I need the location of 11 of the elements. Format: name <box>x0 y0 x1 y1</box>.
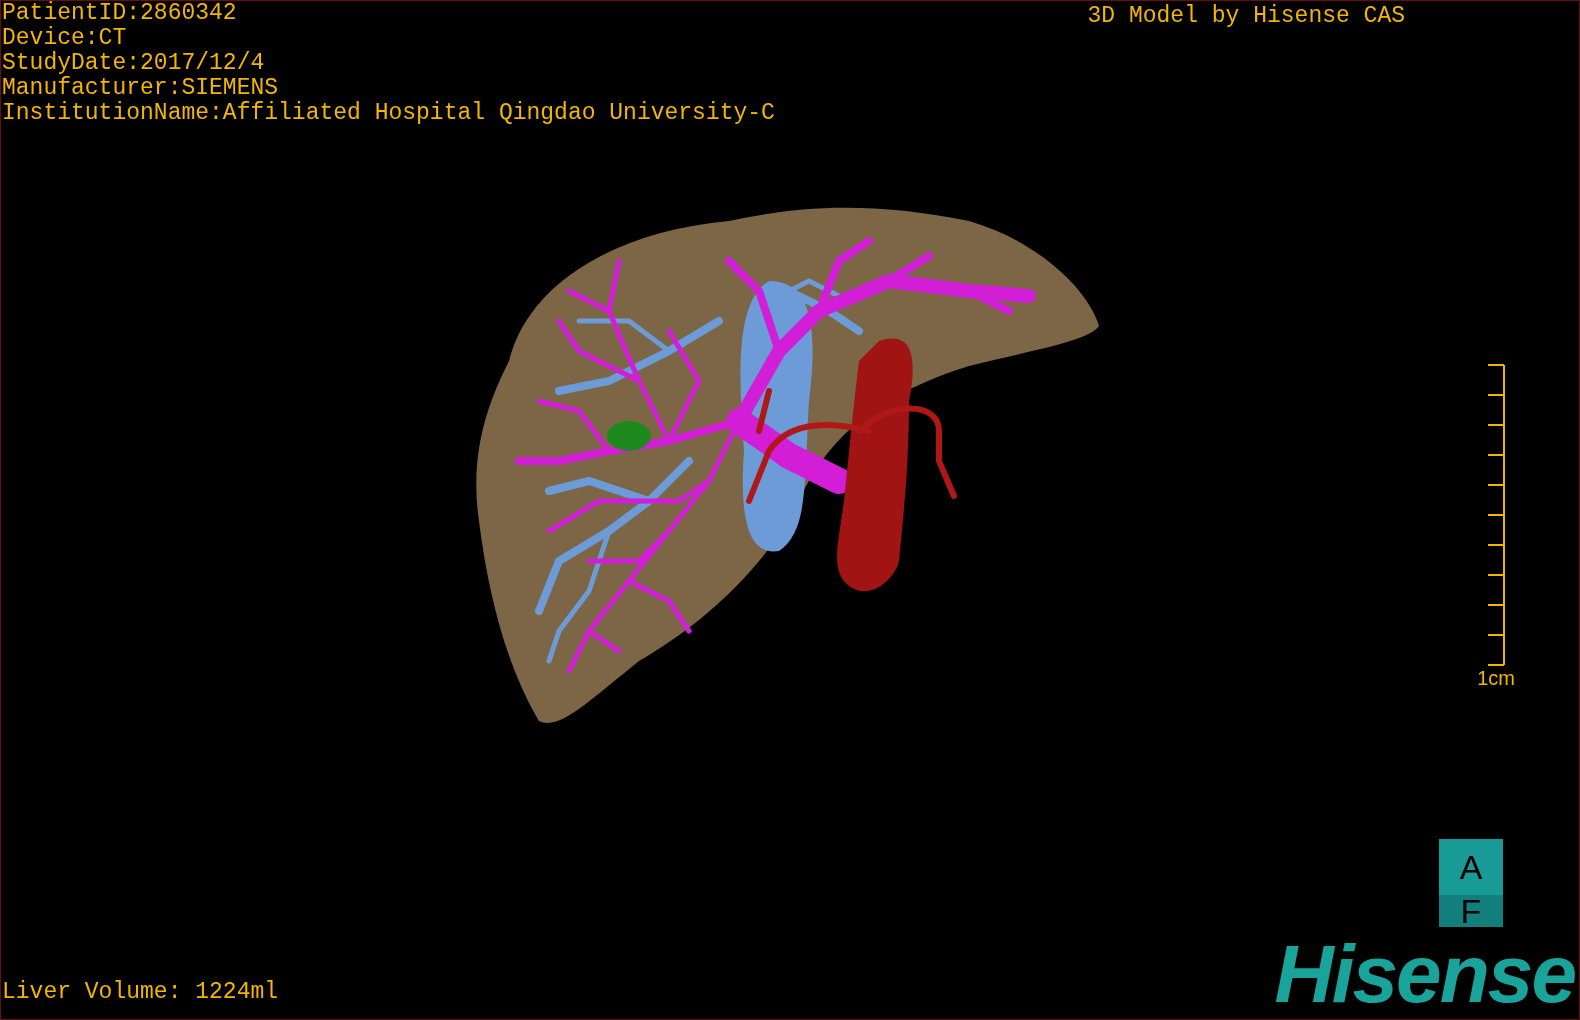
orientation-face-label: A <box>1439 839 1503 895</box>
scale-label: 1cm <box>1477 666 1515 690</box>
orientation-face-label: F <box>1439 895 1503 927</box>
patient-info-text: Manufacturer:SIEMENS <box>2 76 280 101</box>
brand-logo: Hisense <box>1274 937 1575 1011</box>
patient-info-text: StudyDate:2017/12/4 <box>2 51 266 76</box>
patient-info-text: Device:CT <box>2 26 128 51</box>
model-title: 3D Model by Hisense CAS <box>1087 2 1405 31</box>
patient-info-text: PatientID:2860342 <box>2 1 238 26</box>
patient-info-text: InstitutionName:Affiliated Hospital Qingdao University-C <box>2 101 775 126</box>
liver-volume-text: Liver Volume: 1224ml <box>1 979 279 1005</box>
